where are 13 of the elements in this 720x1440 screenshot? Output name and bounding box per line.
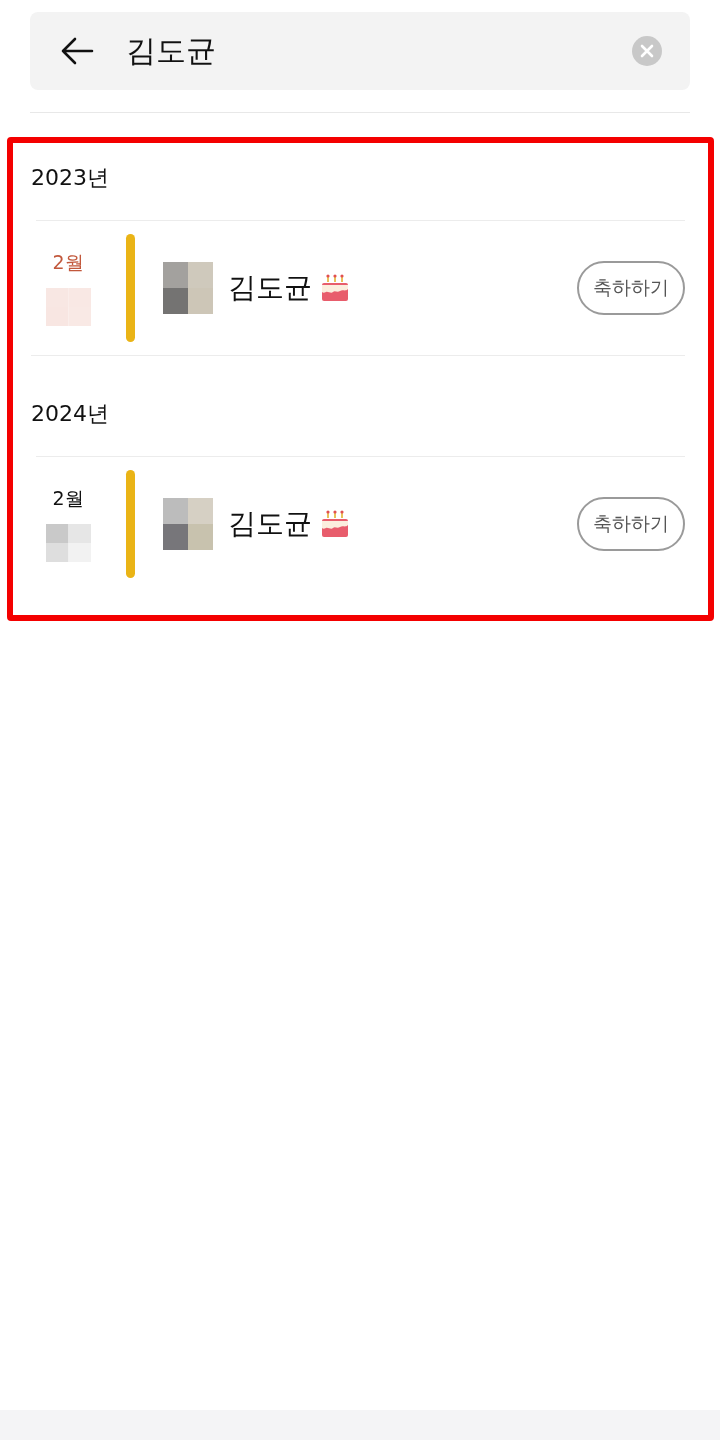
back-icon[interactable] bbox=[60, 36, 94, 66]
cake-icon bbox=[320, 510, 350, 538]
cake-icon bbox=[320, 274, 350, 302]
celebrate-button[interactable]: 축하하기 bbox=[577, 261, 685, 315]
contact-name: 김도균 bbox=[228, 270, 312, 306]
celebrate-button[interactable]: 축하하기 bbox=[577, 497, 685, 551]
year-heading: 2024년 bbox=[31, 355, 685, 456]
contact-name: 김도균 bbox=[228, 506, 312, 542]
month-label: 2월 bbox=[52, 486, 84, 511]
search-bar[interactable]: 김도균 bbox=[30, 12, 690, 90]
year-heading: 2023년 bbox=[31, 164, 110, 192]
month-label: 2월 bbox=[52, 250, 84, 275]
search-field[interactable]: 김도균 bbox=[126, 33, 632, 69]
